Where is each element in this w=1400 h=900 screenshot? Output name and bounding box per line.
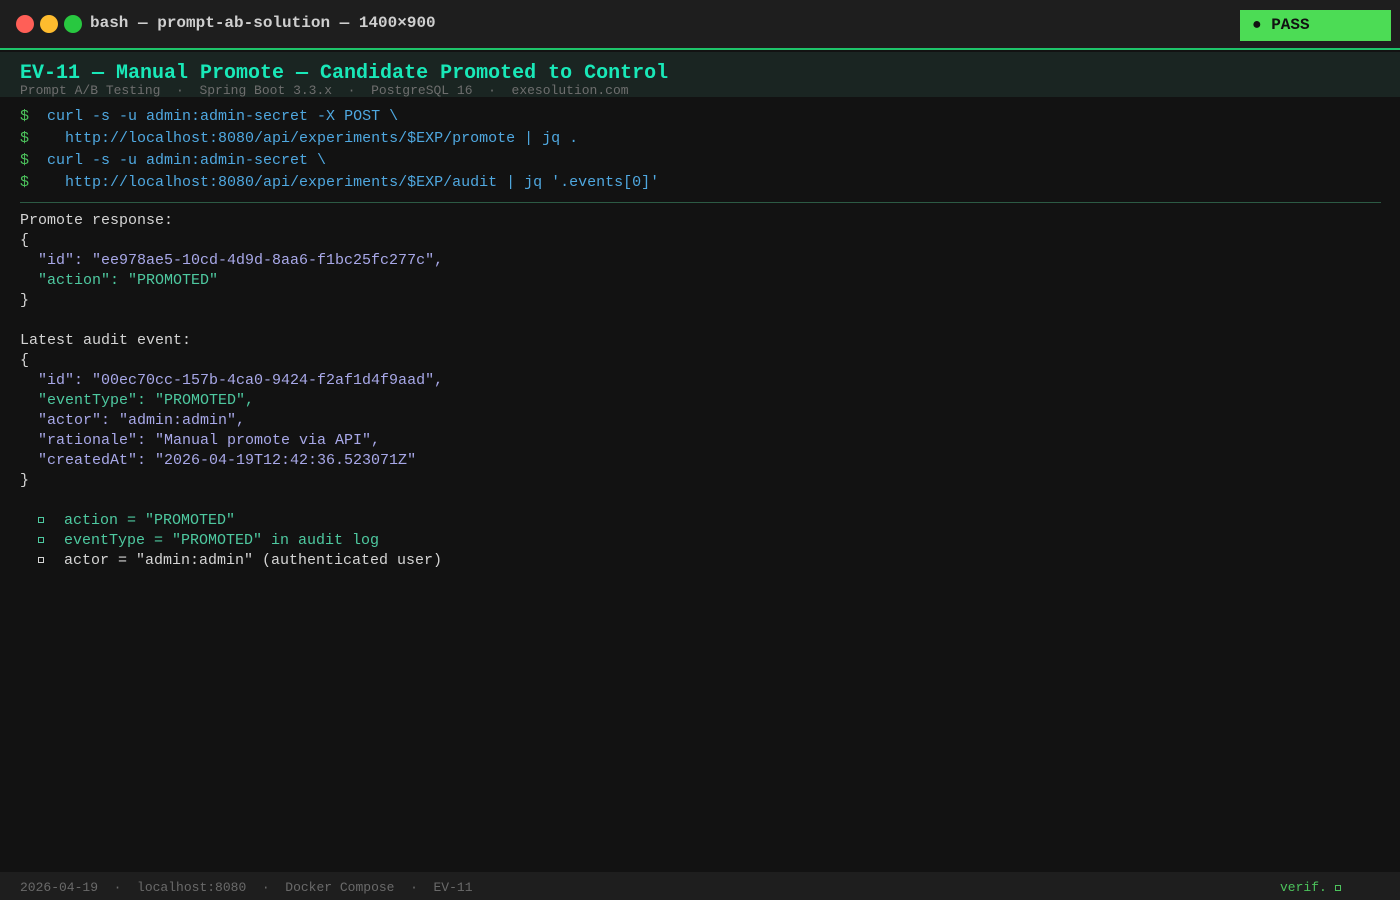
audit-label: Latest audit event: — [20, 332, 192, 349]
command-line: $ http://localhost:8080/api/experiments/… — [20, 174, 660, 191]
page-title: EV-11 — Manual Promote — Candidate Promo… — [20, 62, 669, 85]
title-bar: bash — prompt-ab-solution — 1400×900 ● P… — [0, 0, 1400, 50]
json-brace: } — [20, 292, 30, 309]
divider — [20, 202, 1381, 203]
subtitle-item: PostgreSQL 16 — [371, 83, 473, 98]
json-line: "rationale": "Manual promote via API", — [20, 432, 381, 449]
footer-info: 2026-04-19 · localhost:8080 · Docker Com… — [20, 880, 473, 895]
page-header: EV-11 — Manual Promote — Candidate Promo… — [0, 52, 1400, 98]
check-item: eventType = "PROMOTED" in audit log — [20, 531, 443, 551]
status-text: PASS — [1271, 16, 1310, 34]
close-window-button[interactable] — [16, 15, 34, 33]
subtitle-item: exesolution.com — [511, 83, 629, 98]
footer: 2026-04-19 · localhost:8080 · Docker Com… — [0, 872, 1400, 900]
check-icon — [38, 556, 44, 563]
json-line: "actor": "admin:admin", — [20, 412, 246, 429]
json-line: "createdAt": "2026-04-19T12:42:36.523071… — [20, 452, 417, 469]
json-line: "action": "PROMOTED" — [20, 272, 219, 289]
command-line: $ curl -s -u admin:admin-secret -X POST … — [20, 108, 399, 125]
json-line: "id": "ee978ae5-10cd-4d9d-8aa6-f1bc25fc2… — [20, 252, 444, 269]
subtitle-item: Spring Boot 3.3.x — [199, 83, 333, 98]
json-brace: { — [20, 232, 30, 249]
page-subtitle: Prompt A/B Testing · Spring Boot 3.3.x ·… — [20, 83, 629, 98]
command-block: $ curl -s -u admin:admin-secret -X POST … — [20, 106, 659, 194]
check-icon — [38, 536, 44, 543]
command-line: $ curl -s -u admin:admin-secret \ — [20, 152, 327, 169]
promote-label: Promote response: — [20, 212, 174, 229]
status-badge: ● PASS — [1240, 10, 1391, 41]
subtitle-item: Prompt A/B Testing — [20, 83, 161, 98]
maximize-window-button[interactable] — [64, 15, 82, 33]
check-icon — [1334, 884, 1341, 891]
check-item: actor = "admin:admin" (authenticated use… — [20, 551, 443, 571]
window-title: bash — prompt-ab-solution — 1400×900 — [90, 14, 436, 32]
command-line: $ http://localhost:8080/api/experiments/… — [20, 130, 579, 147]
json-line: "id": "00ec70cc-157b-4ca0-9424-f2af1d4f9… — [20, 372, 444, 389]
verification-status: verif. — [1280, 880, 1341, 895]
check-item: action = "PROMOTED" — [20, 511, 443, 531]
check-icon — [38, 516, 44, 523]
output-block: Promote response: { "id": "ee978ae5-10cd… — [20, 211, 443, 571]
json-brace: { — [20, 352, 30, 369]
json-line: "eventType": "PROMOTED", — [20, 392, 255, 409]
json-brace: } — [20, 472, 30, 489]
minimize-window-button[interactable] — [40, 15, 58, 33]
